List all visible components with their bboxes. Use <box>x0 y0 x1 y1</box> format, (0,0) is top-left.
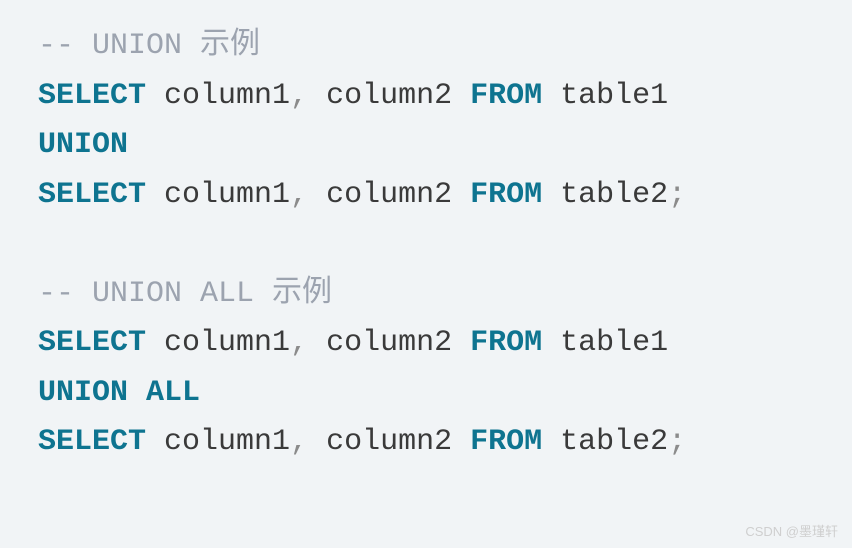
table-name: table2 <box>542 178 668 212</box>
comma: , <box>290 425 308 459</box>
watermark-text: CSDN @墨瑾轩 <box>745 521 838 542</box>
comment-prefix: -- <box>38 29 92 63</box>
column-name: column1 <box>146 178 290 212</box>
column-name: column2 <box>308 79 470 113</box>
comment-text: UNION 示例 <box>92 29 260 63</box>
keyword-from: FROM <box>470 178 542 212</box>
keyword-from: FROM <box>470 425 542 459</box>
code-line-7: SELECT column1, column2 FROM table1 <box>38 319 814 369</box>
keyword-select: SELECT <box>38 178 146 212</box>
keyword-union: UNION <box>38 128 128 162</box>
semicolon: ; <box>668 178 686 212</box>
keyword-select: SELECT <box>38 79 146 113</box>
comma: , <box>290 79 308 113</box>
comma: , <box>290 178 308 212</box>
code-line-2: SELECT column1, column2 FROM table1 <box>38 72 814 122</box>
comment-text: UNION ALL 示例 <box>92 277 332 311</box>
code-line-3: UNION <box>38 121 814 171</box>
column-name: column1 <box>146 326 290 360</box>
keyword-select: SELECT <box>38 425 146 459</box>
column-name: column1 <box>146 425 290 459</box>
table-name: table1 <box>542 326 668 360</box>
semicolon: ; <box>668 425 686 459</box>
keyword-union-all: UNION ALL <box>38 376 200 410</box>
column-name: column2 <box>308 326 470 360</box>
comma: , <box>290 326 308 360</box>
table-name: table2 <box>542 425 668 459</box>
comment-prefix: -- <box>38 277 92 311</box>
code-line-4: SELECT column1, column2 FROM table2; <box>38 171 814 221</box>
code-line-6: -- UNION ALL 示例 <box>38 270 814 320</box>
column-name: column2 <box>308 425 470 459</box>
keyword-select: SELECT <box>38 326 146 360</box>
keyword-from: FROM <box>470 79 542 113</box>
code-line-8: UNION ALL <box>38 369 814 419</box>
keyword-from: FROM <box>470 326 542 360</box>
code-block: -- UNION 示例 SELECT column1, column2 FROM… <box>38 22 814 468</box>
blank-line <box>38 220 814 270</box>
column-name: column2 <box>308 178 470 212</box>
column-name: column1 <box>146 79 290 113</box>
code-line-1: -- UNION 示例 <box>38 22 814 72</box>
table-name: table1 <box>542 79 668 113</box>
code-line-9: SELECT column1, column2 FROM table2; <box>38 418 814 468</box>
